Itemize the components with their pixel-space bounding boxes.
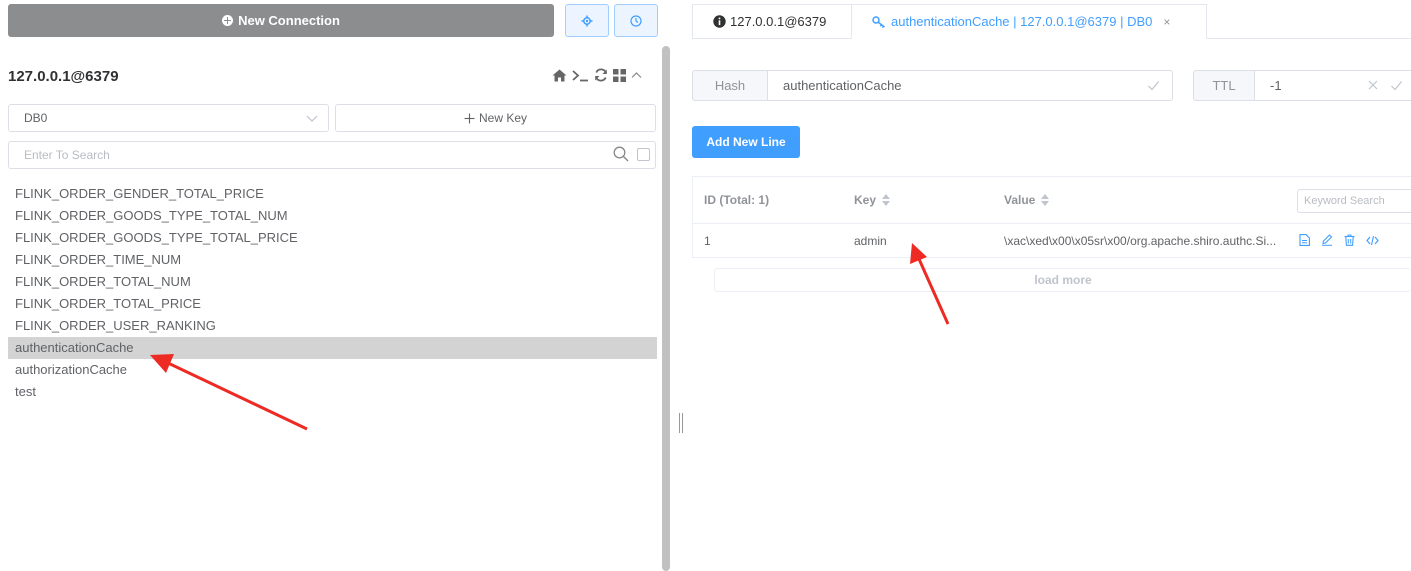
- code-icon[interactable]: [1366, 235, 1379, 246]
- col-key-label: Key: [854, 193, 877, 207]
- key-type-label: Hash: [692, 70, 768, 101]
- exact-match-checkbox[interactable]: [637, 148, 650, 161]
- grid-icon[interactable]: [613, 68, 626, 82]
- plus-circle-icon: [222, 15, 234, 26]
- table-row: 1 admin \xac\xed\x00\x05sr\x00/org.apach…: [693, 224, 1411, 258]
- add-new-line-button[interactable]: Add New Line: [692, 126, 800, 158]
- refresh-icon[interactable]: [594, 68, 608, 82]
- sort-icon[interactable]: [1041, 194, 1050, 206]
- home-icon[interactable]: [552, 69, 567, 82]
- key-item-selected[interactable]: authenticationCache: [8, 337, 657, 359]
- new-key-button[interactable]: New Key: [335, 104, 656, 132]
- info-icon: [713, 15, 726, 28]
- delete-icon[interactable]: [1344, 234, 1355, 246]
- redis-desktop-manager: New Connection 127.0.0.1@6379 DB0 New Ke…: [0, 0, 1411, 571]
- clock-icon: [630, 14, 642, 27]
- copy-icon[interactable]: [1299, 234, 1310, 246]
- left-panel: New Connection 127.0.0.1@6379 DB0 New Ke…: [0, 0, 670, 571]
- key-list: FLINK_ORDER_GENDER_TOTAL_PRICE FLINK_ORD…: [8, 183, 657, 403]
- chevron-up-icon[interactable]: [631, 70, 642, 81]
- key-item[interactable]: FLINK_ORDER_GENDER_TOTAL_PRICE: [8, 183, 657, 205]
- load-more-button[interactable]: load more: [714, 268, 1411, 292]
- db-select-value: DB0: [24, 111, 48, 125]
- gear-icon: [581, 15, 593, 26]
- terminal-icon[interactable]: [572, 69, 589, 82]
- search-icon[interactable]: [613, 146, 629, 162]
- tab-key-detail[interactable]: authenticationCache | 127.0.0.1@6379 | D…: [851, 4, 1207, 39]
- key-item[interactable]: FLINK_ORDER_GOODS_TYPE_TOTAL_NUM: [8, 205, 657, 227]
- col-value-header[interactable]: Value: [1004, 193, 1050, 207]
- check-icon[interactable]: [1147, 79, 1160, 92]
- key-icon: [872, 15, 885, 28]
- db-select[interactable]: DB0: [8, 104, 329, 132]
- key-name-input[interactable]: authenticationCache: [767, 70, 1173, 101]
- key-item[interactable]: authorizationCache: [8, 359, 657, 381]
- ttl-value: -1: [1270, 78, 1282, 93]
- keyword-search-input[interactable]: [1297, 189, 1411, 213]
- connection-toolbar: [552, 68, 642, 82]
- left-scrollbar[interactable]: [662, 46, 670, 571]
- col-value-label: Value: [1004, 193, 1036, 207]
- close-icon[interactable]: ×: [1163, 15, 1170, 29]
- tab-bar: 127.0.0.1@6379 authenticationCache | 127…: [692, 4, 1411, 39]
- settings-button[interactable]: [565, 4, 609, 37]
- row-id: 1: [704, 234, 711, 248]
- history-button[interactable]: [614, 4, 658, 37]
- key-item[interactable]: FLINK_ORDER_GOODS_TYPE_TOTAL_PRICE: [8, 227, 657, 249]
- sort-icon[interactable]: [882, 194, 891, 206]
- key-item[interactable]: test: [8, 381, 657, 403]
- check-icon[interactable]: [1390, 79, 1403, 92]
- close-icon[interactable]: [1367, 79, 1379, 91]
- edit-icon[interactable]: [1321, 234, 1333, 246]
- connection-name[interactable]: 127.0.0.1@6379: [8, 68, 119, 85]
- chevron-down-icon: [306, 115, 318, 122]
- new-connection-button[interactable]: New Connection: [8, 4, 554, 37]
- plus-icon: [464, 113, 475, 123]
- col-id-header: ID (Total: 1): [704, 193, 769, 207]
- tab-label: authenticationCache | 127.0.0.1@6379 | D…: [891, 14, 1153, 29]
- new-key-label: New Key: [478, 111, 528, 125]
- table-header: ID (Total: 1) Key Value: [693, 177, 1411, 224]
- right-panel: 127.0.0.1@6379 authenticationCache | 127…: [692, 0, 1411, 571]
- key-name-value: authenticationCache: [783, 78, 902, 93]
- row-key: admin: [854, 234, 887, 248]
- key-item[interactable]: FLINK_ORDER_TOTAL_NUM: [8, 271, 657, 293]
- key-item[interactable]: FLINK_ORDER_TOTAL_PRICE: [8, 293, 657, 315]
- panel-resize-handle[interactable]: [679, 413, 683, 433]
- hash-table: ID (Total: 1) Key Value 1 admin \xac\xed…: [692, 176, 1411, 258]
- new-connection-label: New Connection: [238, 13, 340, 28]
- key-item[interactable]: FLINK_ORDER_USER_RANKING: [8, 315, 657, 337]
- tab-label: 127.0.0.1@6379: [730, 14, 827, 29]
- tab-connection-status[interactable]: 127.0.0.1@6379: [692, 4, 852, 39]
- row-actions: [1299, 234, 1379, 246]
- ttl-label: TTL: [1193, 70, 1255, 101]
- col-id-label: ID (Total: 1): [704, 193, 770, 207]
- key-item[interactable]: FLINK_ORDER_TIME_NUM: [8, 249, 657, 271]
- key-search-input[interactable]: [8, 141, 656, 169]
- ttl-input[interactable]: -1: [1254, 70, 1411, 101]
- col-key-header[interactable]: Key: [854, 193, 891, 207]
- row-value: \xac\xed\x00\x05sr\x00/org.apache.shiro.…: [1004, 234, 1277, 248]
